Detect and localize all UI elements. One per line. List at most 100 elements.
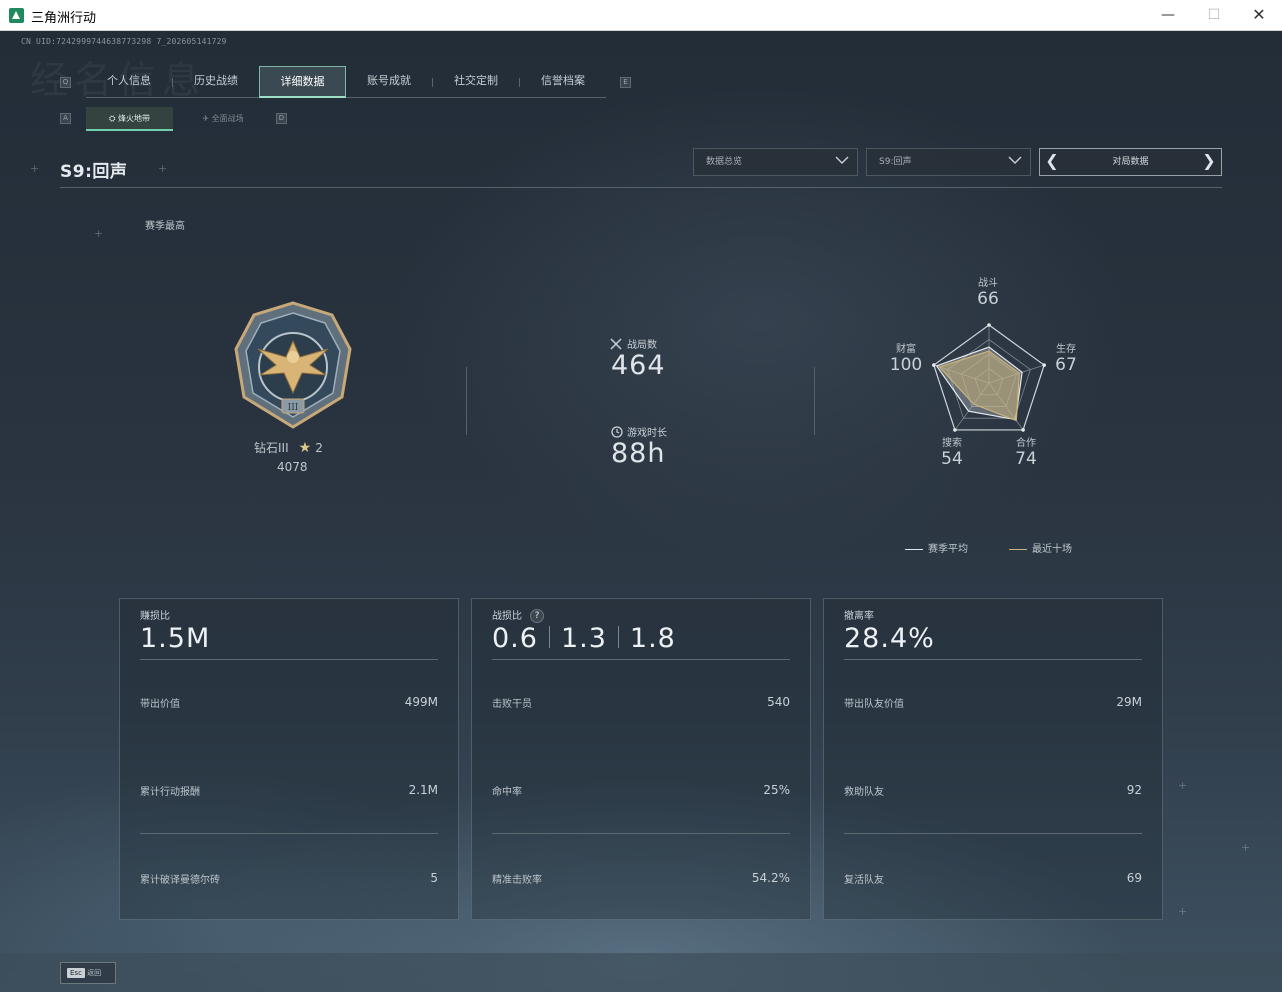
rank-score: 4078: [277, 460, 308, 474]
kd-value-1: 0.6: [492, 623, 538, 654]
stat-row-value: 499M: [404, 695, 438, 709]
stat-row: 累计行动报酬 2.1M: [140, 783, 438, 798]
tab-next-key-hint[interactable]: E: [620, 77, 631, 88]
stat-row: 命中率 25%: [492, 783, 790, 798]
rank-medal-icon: III: [234, 301, 352, 429]
dropdown-value: 数据总览: [706, 157, 743, 167]
kd-value-3: 1.8: [629, 623, 676, 654]
radar-label-combat: 战斗: [978, 278, 998, 289]
maximize-button[interactable]: ☐: [1191, 0, 1237, 30]
stat-row: 带出价值 499M: [140, 695, 438, 710]
subtab-prev-key-hint[interactable]: A: [60, 113, 71, 124]
header-divider: [60, 187, 1222, 188]
stat-row: 复活队友 69: [844, 871, 1142, 886]
stat-row-label: 累计行动报酬: [140, 787, 200, 798]
rank-stars: 2: [315, 441, 323, 455]
stat-row: 击败干员 540: [492, 695, 790, 710]
subtab-battlefield[interactable]: ✈ 全面战场: [173, 107, 273, 131]
stat-row: 救助队友 92: [844, 783, 1142, 798]
card-label-wrap: 战损比?: [492, 607, 544, 623]
window-title: 三角洲行动: [31, 11, 97, 26]
radar-value-survival: 67: [1055, 355, 1077, 375]
card-label: 撤离率: [844, 611, 874, 622]
tab-reputation-profile[interactable]: 信誉档案: [520, 66, 606, 98]
stat-row-label: 带出价值: [140, 699, 180, 710]
star-icon: ★: [298, 440, 312, 456]
section-divider: [466, 367, 467, 435]
tab-match-history[interactable]: 历史战绩: [173, 66, 259, 98]
back-button[interactable]: Esc 返回: [60, 962, 116, 984]
radar-axis-vertex: [1021, 428, 1025, 432]
deco-cross-icon: +: [94, 227, 104, 240]
playtime-label: 游戏时长: [627, 428, 667, 439]
battlefield-icon: ✈: [202, 114, 212, 123]
card-divider: [140, 659, 438, 660]
pager-label: 对局数据: [1112, 157, 1149, 167]
chevron-down-icon: [1008, 156, 1022, 164]
radar-axis-vertex: [953, 428, 957, 432]
stat-row-label: 救助队友: [844, 787, 884, 798]
stat-row-value: 5: [430, 871, 438, 885]
help-icon[interactable]: ?: [530, 609, 544, 623]
card-label: 战损比: [492, 611, 522, 622]
tab-prev-key-hint[interactable]: Q: [60, 77, 71, 88]
card-divider: [492, 833, 790, 834]
playtime-value: 88h: [611, 438, 666, 469]
radar-axis-vertex: [987, 323, 991, 327]
rank-info: 钻石III ★ 2: [254, 439, 323, 456]
back-label: 返回: [87, 969, 102, 977]
match-data-pager: ❮ 对局数据 ❯: [1039, 148, 1222, 176]
legend-label: 赛季平均: [928, 544, 968, 555]
stat-row-value: 92: [1126, 783, 1142, 797]
radar-value-wealth: 100: [889, 355, 923, 375]
minimize-button[interactable]: —: [1145, 0, 1191, 30]
card-divider: [140, 833, 438, 834]
value-separator: [548, 626, 550, 648]
dropdown-value: S9:回声: [879, 157, 912, 167]
legend-season-average: 赛季平均: [905, 540, 968, 555]
card-values: 0.6 1.3 1.8: [492, 623, 676, 654]
game-viewport: 经名信息 CN UID:7242999744638773298 7_202605…: [0, 31, 1282, 992]
radar-label-wealth: 财富: [896, 344, 916, 355]
radar-label-survival: 生存: [1056, 344, 1076, 355]
stat-row-value: 540: [767, 695, 790, 709]
stat-row-value: 2.1M: [408, 783, 438, 797]
svg-text:III: III: [288, 403, 299, 413]
stat-row: 精准击败率 54.2%: [492, 871, 790, 886]
tab-social-custom[interactable]: 社交定制: [433, 66, 519, 98]
crossed-swords-icon: [610, 338, 622, 350]
data-overview-dropdown[interactable]: 数据总览: [693, 148, 858, 176]
stat-row-label: 累计破译曼德尔砖: [140, 875, 220, 886]
value-separator: [617, 626, 619, 648]
app-logo-icon: [9, 8, 24, 23]
legend-line-swatch: [1009, 548, 1027, 550]
subtab-label: 全面战场: [211, 114, 244, 123]
main-tabs: 个人信息 历史战绩 详细数据 账号成就 社交定制 信誉档案: [86, 66, 606, 98]
radar-value-cooperation: 74: [1015, 449, 1037, 469]
subtab-next-key-hint[interactable]: D: [276, 113, 287, 124]
section-divider: [814, 367, 815, 435]
deco-cross-icon: +: [158, 162, 168, 175]
stat-row: 带出队友价值 29M: [844, 695, 1142, 710]
pager-prev-button[interactable]: ❮: [1042, 149, 1062, 175]
pager-next-button[interactable]: ❯: [1199, 149, 1219, 175]
player-uid: CN UID:7242999744638773298 7_20260514172…: [21, 37, 227, 46]
profit-loss-card: 赚损比 1.5M 带出价值 499M 累计行动报酬 2.1M 累计破译曼德尔砖 5: [119, 598, 459, 920]
stat-row-value: 54.2%: [751, 871, 790, 885]
stat-row-label: 命中率: [492, 787, 522, 798]
deco-cross-icon: +: [30, 162, 40, 175]
stat-row: 累计破译曼德尔砖 5: [140, 871, 438, 886]
tab-detailed-data[interactable]: 详细数据: [259, 66, 346, 98]
stat-row-value: 29M: [1116, 695, 1142, 709]
stat-row-label: 带出队友价值: [844, 699, 904, 710]
close-button[interactable]: ✕: [1236, 0, 1282, 30]
stat-row-label: 精准击败率: [492, 875, 542, 886]
tab-account-achievements[interactable]: 账号成就: [346, 66, 432, 98]
radar-value-combat: 66: [977, 289, 999, 309]
season-dropdown[interactable]: S9:回声: [866, 148, 1031, 176]
subtab-hazard-zone[interactable]: ⛭ 烽火地带: [86, 107, 173, 131]
esc-key-hint: Esc: [67, 968, 85, 978]
card-divider: [844, 833, 1142, 834]
tab-personal-info[interactable]: 个人信息: [86, 66, 172, 98]
flame-zone-icon: ⛭: [109, 114, 118, 123]
